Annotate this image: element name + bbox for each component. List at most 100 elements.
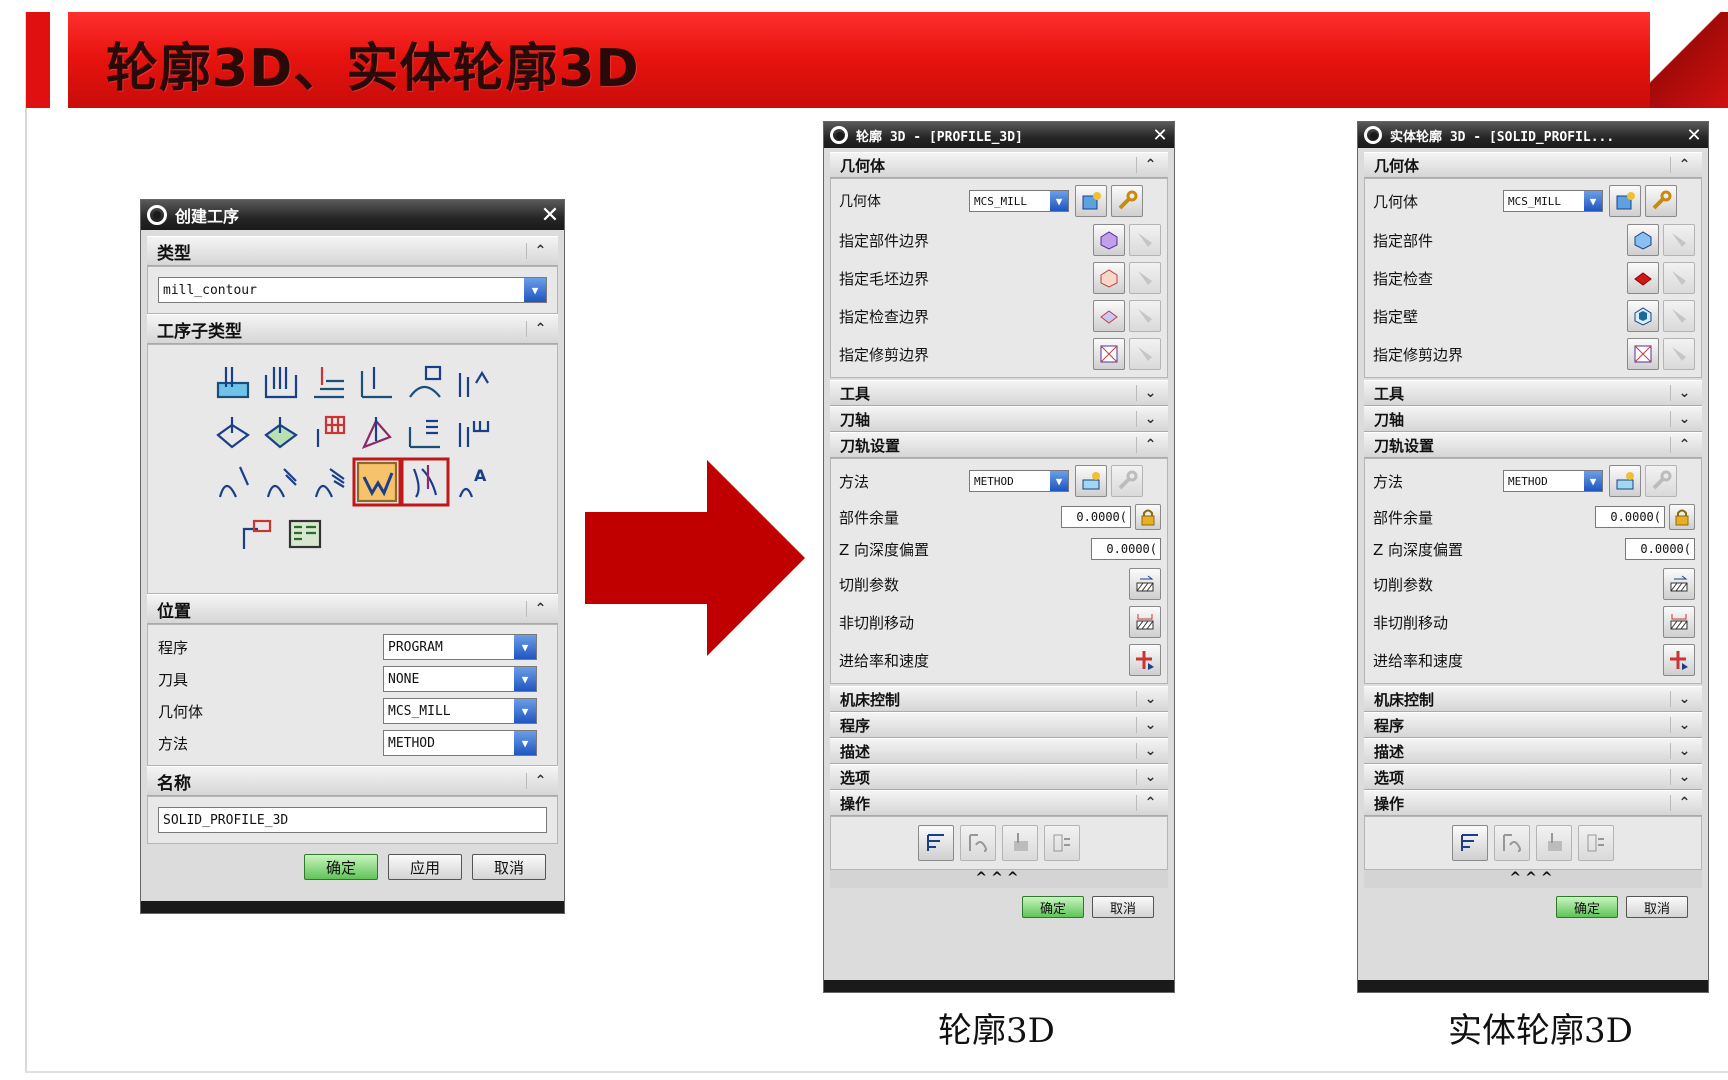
- tool-select[interactable]: NONE ▼: [383, 666, 537, 692]
- stock-input[interactable]: 0.0000(: [1595, 506, 1665, 528]
- trim-boundary-icon[interactable]: [1093, 338, 1125, 370]
- flowcut-single-op-icon[interactable]: [218, 466, 250, 498]
- contour-text-op-icon[interactable]: [361, 417, 392, 449]
- flashlight-icon[interactable]: [1129, 224, 1161, 256]
- lock-icon[interactable]: [1135, 504, 1161, 530]
- flashlight-icon[interactable]: [1129, 300, 1161, 332]
- flashlight-icon[interactable]: [1663, 262, 1695, 294]
- geometry-select[interactable]: MCS_MILL ▼: [383, 698, 537, 724]
- verify-icon[interactable]: [1536, 825, 1572, 861]
- section-subtype[interactable]: 工序子类型 ⌃: [147, 314, 558, 344]
- replay-icon[interactable]: [1494, 825, 1530, 861]
- chevron-down-icon[interactable]: ▼: [524, 278, 546, 302]
- ok-button[interactable]: 确定: [1556, 896, 1618, 918]
- chevron-down-icon[interactable]: ⌄: [1136, 743, 1158, 759]
- chevron-down-icon[interactable]: ⌄: [1670, 691, 1692, 707]
- chevron-up-icon[interactable]: ⌃: [1670, 795, 1692, 811]
- new-method-icon[interactable]: [1075, 465, 1107, 497]
- ok-button[interactable]: 确定: [1022, 896, 1084, 918]
- chevron-down-icon[interactable]: ⌄: [1136, 411, 1158, 427]
- chevron-down-icon[interactable]: ▼: [1050, 191, 1068, 211]
- chevron-down-icon[interactable]: ⌄: [1670, 743, 1692, 759]
- chevron-up-icon[interactable]: ⌃: [526, 601, 548, 617]
- flowcut-multi-op-icon[interactable]: [266, 468, 297, 498]
- zlevel-op-icon[interactable]: [216, 367, 250, 399]
- chevron-down-icon[interactable]: ▼: [514, 699, 536, 723]
- edit-wrench-icon[interactable]: [1111, 185, 1143, 217]
- method-select[interactable]: METHOD ▼: [1503, 470, 1603, 492]
- mill-control-op-icon[interactable]: [288, 519, 322, 549]
- noncut-moves-icon[interactable]: [1663, 606, 1695, 638]
- section-type[interactable]: 类型 ⌃: [147, 236, 558, 266]
- flashlight-icon[interactable]: [1663, 338, 1695, 370]
- ok-button[interactable]: 确定: [304, 854, 378, 880]
- name-input[interactable]: SOLID_PROFILE_3D: [158, 807, 547, 833]
- section-program[interactable]: 程序 ⌄: [830, 712, 1168, 738]
- chevron-down-icon[interactable]: ▼: [1050, 471, 1068, 491]
- section-axis[interactable]: 刀轴 ⌄: [1364, 406, 1702, 432]
- section-options[interactable]: 选项 ⌄: [830, 764, 1168, 790]
- section-location[interactable]: 位置 ⌃: [147, 594, 558, 624]
- trim-boundary-icon[interactable]: [1627, 338, 1659, 370]
- geometry-select[interactable]: MCS_MILL ▼: [969, 190, 1069, 212]
- mill-user-op-icon[interactable]: [242, 519, 272, 549]
- chevron-down-icon[interactable]: ⌄: [1670, 717, 1692, 733]
- chevron-up-icon[interactable]: ⌃: [1670, 437, 1692, 453]
- chevron-up-icon[interactable]: ⌃: [1136, 157, 1158, 173]
- more-toggle[interactable]: ^^^: [1364, 870, 1702, 888]
- flashlight-icon[interactable]: [1663, 300, 1695, 332]
- solid-profile-3d-op-icon[interactable]: [400, 457, 450, 507]
- part-boundary-icon[interactable]: [1093, 224, 1125, 256]
- part-icon[interactable]: [1627, 224, 1659, 256]
- chevron-up-icon[interactable]: ⌃: [526, 243, 548, 259]
- section-axis[interactable]: 刀轴 ⌄: [830, 406, 1168, 432]
- section-machine-control[interactable]: 机床控制 ⌄: [1364, 686, 1702, 712]
- edit-wrench-icon[interactable]: [1645, 185, 1677, 217]
- generate-icon[interactable]: [918, 825, 954, 861]
- flashlight-icon[interactable]: [1129, 262, 1161, 294]
- chevron-down-icon[interactable]: ⌄: [1136, 717, 1158, 733]
- section-actions[interactable]: 操作 ⌃: [830, 790, 1168, 816]
- chevron-down-icon[interactable]: ▼: [514, 667, 536, 691]
- blank-boundary-icon[interactable]: [1093, 262, 1125, 294]
- program-select[interactable]: PROGRAM ▼: [383, 634, 537, 660]
- chevron-down-icon[interactable]: ▼: [1584, 471, 1602, 491]
- chevron-up-icon[interactable]: ⌃: [526, 773, 548, 789]
- edit-wrench-icon[interactable]: [1111, 465, 1143, 497]
- flashlight-icon[interactable]: [1129, 338, 1161, 370]
- section-tool[interactable]: 工具 ⌄: [1364, 380, 1702, 406]
- section-options[interactable]: 选项 ⌄: [1364, 764, 1702, 790]
- chevron-up-icon[interactable]: ⌃: [1670, 157, 1692, 173]
- chevron-down-icon[interactable]: ▼: [1584, 191, 1602, 211]
- lock-icon[interactable]: [1669, 504, 1695, 530]
- flashlight-icon[interactable]: [1663, 224, 1695, 256]
- section-description[interactable]: 描述 ⌄: [1364, 738, 1702, 764]
- chevron-down-icon[interactable]: ⌄: [1670, 385, 1692, 401]
- close-icon[interactable]: ✕: [1680, 122, 1708, 148]
- feeds-speeds-icon[interactable]: [1129, 644, 1161, 676]
- new-geometry-icon[interactable]: [1075, 185, 1107, 217]
- gear-icon[interactable]: [1364, 126, 1382, 144]
- verify-icon[interactable]: [1002, 825, 1038, 861]
- check-icon[interactable]: [1627, 262, 1659, 294]
- section-tool[interactable]: 工具 ⌄: [830, 380, 1168, 406]
- apply-button[interactable]: 应用: [388, 854, 462, 880]
- cancel-button[interactable]: 取消: [1092, 896, 1154, 918]
- zoffset-input[interactable]: 0.0000(: [1091, 538, 1161, 560]
- chevron-up-icon[interactable]: ⌃: [1136, 795, 1158, 811]
- section-program[interactable]: 程序 ⌄: [1364, 712, 1702, 738]
- chevron-down-icon[interactable]: ▼: [514, 731, 536, 755]
- section-geometry[interactable]: 几何体 ⌃: [830, 152, 1168, 178]
- profile-3d-op-icon[interactable]: [352, 457, 402, 507]
- new-method-icon[interactable]: [1609, 465, 1641, 497]
- zlevel-corner-op-icon[interactable]: [360, 367, 392, 399]
- wall-icon[interactable]: [1627, 300, 1659, 332]
- list-icon[interactable]: [1578, 825, 1614, 861]
- contour-steep-op-icon[interactable]: [264, 417, 298, 449]
- type-select[interactable]: mill_contour ▼: [158, 277, 547, 303]
- chevron-down-icon[interactable]: ⌄: [1670, 769, 1692, 785]
- close-icon[interactable]: ✕: [1146, 122, 1174, 148]
- section-machine-control[interactable]: 机床控制 ⌄: [830, 686, 1168, 712]
- flowcut-smooth-op-icon[interactable]: [314, 468, 345, 498]
- chevron-down-icon[interactable]: ▼: [514, 635, 536, 659]
